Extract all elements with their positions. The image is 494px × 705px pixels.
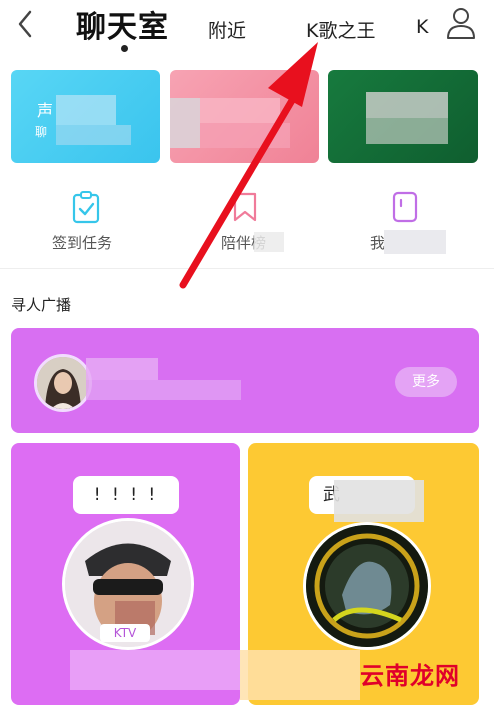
blurred-text <box>366 118 448 144</box>
back-chevron-icon[interactable] <box>10 6 40 42</box>
blurred-text <box>384 230 446 254</box>
user-icon[interactable] <box>445 6 477 40</box>
tab-k-song-king[interactable]: K歌之王 <box>306 16 375 43</box>
section-divider <box>0 268 494 269</box>
bookmark-icon[interactable] <box>230 190 260 224</box>
banner-subtitle: 聊 <box>35 125 48 139</box>
banner-pink[interactable] <box>170 70 319 163</box>
blurred-text <box>240 650 360 700</box>
my-item-label[interactable]: 我 <box>370 232 385 253</box>
avatar[interactable] <box>34 354 92 412</box>
blurred-text <box>86 380 241 400</box>
blurred-text <box>200 98 280 123</box>
checkin-clipboard-icon[interactable] <box>71 190 101 224</box>
ktv-tag: KTV <box>100 624 150 642</box>
tab-chatroom[interactable]: 聊天室 <box>76 2 169 46</box>
blurred-text <box>56 95 116 125</box>
blurred-text <box>170 98 200 148</box>
blurred-text <box>86 358 158 380</box>
tab-nearby[interactable]: 附近 <box>208 16 246 43</box>
banner-voice[interactable]: 声 聊 <box>11 70 160 163</box>
blurred-text <box>56 125 131 145</box>
phone-card-icon[interactable] <box>390 190 420 224</box>
blurred-text <box>70 650 240 690</box>
watermark-text: 云南龙网 <box>360 662 460 690</box>
banner-title: 声 <box>37 101 54 120</box>
speech-bubble: ! ! ! ! <box>73 476 179 514</box>
room-host-avatar[interactable] <box>303 522 431 650</box>
blurred-text <box>254 232 284 252</box>
tab-k-truncated[interactable]: K <box>416 16 428 38</box>
more-button[interactable]: 更多 <box>395 367 457 397</box>
blurred-text <box>334 480 424 522</box>
checkin-task-label[interactable]: 签到任务 <box>52 232 112 253</box>
blurred-text <box>366 92 448 118</box>
banner-green[interactable] <box>328 70 478 163</box>
section-title: 寻人广播 <box>11 296 72 314</box>
blurred-text <box>200 123 290 148</box>
active-tab-indicator <box>121 45 128 52</box>
